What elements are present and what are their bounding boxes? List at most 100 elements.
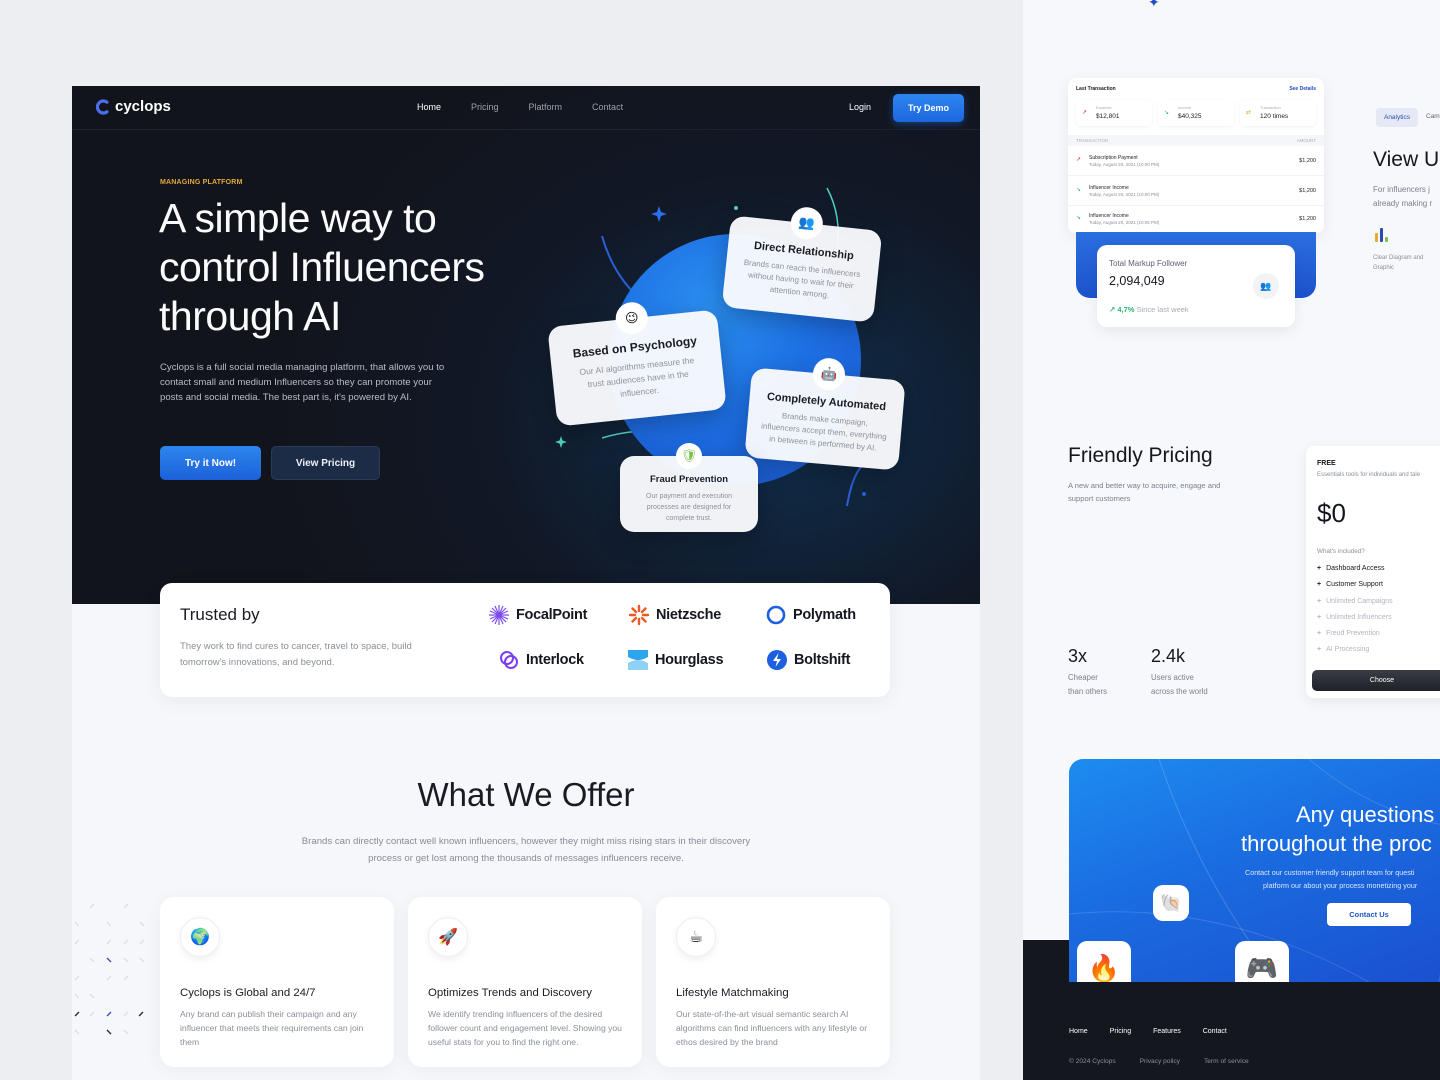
growth-value: 4,7% xyxy=(1117,305,1135,314)
nav-link-contact[interactable]: Contact xyxy=(592,102,623,112)
brand-name: Hourglass xyxy=(655,652,724,668)
transaction-amount: $1,200 xyxy=(1299,158,1316,164)
arrow-up-right-icon: ↗ xyxy=(1076,157,1082,163)
plus-icon: + xyxy=(1317,581,1322,589)
contact-cta-banner: Any questions throughout the proc Contac… xyxy=(1069,759,1440,982)
brand-name: Boltshift xyxy=(794,652,851,668)
transaction-date: Today, August 20, 2021 (10:00 PM) xyxy=(1089,192,1160,197)
arrow-down-right-icon: ↘ xyxy=(1164,110,1170,116)
stat-value: $40,325 xyxy=(1178,113,1202,120)
offer-card-title: Optimizes Trends and Discovery xyxy=(428,987,592,999)
footer-link-features[interactable]: Features xyxy=(1153,1028,1181,1035)
gamepad-icon: 🎮 xyxy=(1235,941,1289,982)
offer-card-title: Lifestyle Matchmaking xyxy=(676,987,789,999)
hero-section: cyclops Home Pricing Platform Contact Lo… xyxy=(72,86,980,604)
try-it-now-button[interactable]: Try it Now! xyxy=(160,446,261,480)
lifestyle-icon: ☕ xyxy=(676,917,716,957)
footer-link-home[interactable]: Home xyxy=(1069,1028,1088,1035)
transaction-name: Subscription Payment xyxy=(1089,155,1138,161)
feature-card-text: Brands make campaign, influencers accept… xyxy=(760,411,887,453)
view-pricing-button[interactable]: View Pricing xyxy=(271,446,380,480)
privacy-policy-link[interactable]: Privacy policy xyxy=(1140,1058,1180,1065)
feature-card-text: Our AI algorithms measure the trust audi… xyxy=(578,355,695,399)
see-details-link[interactable]: See Details xyxy=(1289,86,1316,92)
hero-title: A simple way to control Influencers thro… xyxy=(159,194,559,341)
transaction-name: Influencer Income xyxy=(1089,185,1129,191)
arrow-down-right-icon: ↘ xyxy=(1076,215,1082,221)
plus-icon: + xyxy=(1317,565,1322,572)
transaction-row[interactable]: ↘ Influencer Income Today, August 20, 20… xyxy=(1068,176,1324,206)
transaction-row[interactable]: ↗ Subscription Payment Today, August 20,… xyxy=(1068,146,1324,176)
secondary-page: ✦ Last Transaction See Details ↗ Expense… xyxy=(1023,0,1440,1080)
orbit-arc xyxy=(846,465,863,507)
stat-label: Users active across the world xyxy=(1151,671,1208,699)
robot-glyph: 🤖 xyxy=(820,365,838,382)
plus-icon: + xyxy=(1317,646,1322,654)
feature-card-text: Brands can reach the influencers without… xyxy=(743,257,861,300)
dot-pattern-decoration xyxy=(74,903,145,1035)
caption-line: Graphic xyxy=(1373,265,1395,271)
plan-name: FREE xyxy=(1317,460,1336,467)
arrow-down-right-icon: ↘ xyxy=(1076,187,1082,193)
nav-link-platform[interactable]: Platform xyxy=(529,102,563,112)
plan-feature: + Unlimited Influencers xyxy=(1317,610,1393,626)
transactions-header: Last Transaction See Details xyxy=(1076,86,1316,92)
brand-polymath: Polymath xyxy=(765,604,856,626)
cta-title-line: Any questions xyxy=(1296,802,1435,827)
arrow-up-right-icon: ↗ xyxy=(1082,110,1088,116)
hero-title-line: A simple way to xyxy=(159,195,437,241)
tab-analytics[interactable]: Analytics xyxy=(1376,108,1418,127)
tab-campaigns[interactable]: Cam xyxy=(1426,113,1440,120)
stat-value: $12,801 xyxy=(1096,113,1120,120)
focalpoint-icon xyxy=(488,604,510,626)
logo[interactable]: cyclops xyxy=(96,98,171,115)
plan-feature: + Customer Support xyxy=(1317,577,1393,593)
offer-title: What We Offer xyxy=(417,776,635,813)
feature-label: Unlimited Influencers xyxy=(1326,613,1392,621)
follower-value: 2,094,049 xyxy=(1109,274,1165,288)
cta-description-line: platform our about your process monetizi… xyxy=(1263,880,1418,890)
follower-card: Total Markup Follower 2,094,049 👥 ↗ 4,7%… xyxy=(1097,245,1295,327)
transactions-table-header: TRANSACTION AMOUNT xyxy=(1068,135,1324,146)
nav-link-pricing[interactable]: Pricing xyxy=(471,102,499,112)
shield-glyph: 🛡 xyxy=(680,448,698,463)
column-header: TRANSACTION xyxy=(1076,138,1109,143)
feature-card-title: Fraud Prevention xyxy=(649,474,729,485)
footer-nav: Home Pricing Features Contact xyxy=(1069,1028,1227,1035)
trusted-by-panel: Trusted by They work to find cures to ca… xyxy=(160,583,890,697)
contact-us-button[interactable]: Contact Us xyxy=(1327,903,1411,926)
footer-link-pricing[interactable]: Pricing xyxy=(1110,1028,1131,1035)
stat-label: Expense xyxy=(1096,105,1112,110)
globe-glyph: 🌍 xyxy=(190,929,210,946)
dot xyxy=(862,492,866,496)
stat-label-line: across the world xyxy=(1151,687,1208,696)
terms-of-service-link[interactable]: Term of service xyxy=(1204,1058,1249,1065)
try-demo-button[interactable]: Try Demo xyxy=(893,94,964,122)
transaction-amount: $1,200 xyxy=(1299,188,1316,194)
transaction-row[interactable]: ↘ Influencer Income Today, August 20, 20… xyxy=(1068,204,1324,234)
plan-price: $0 xyxy=(1317,498,1346,528)
plus-icon: + xyxy=(1317,613,1322,621)
nav-link-home[interactable]: Home xyxy=(417,102,441,112)
hero-eyebrow: MANAGING PLATFORM xyxy=(160,179,243,186)
footer-link-contact[interactable]: Contact xyxy=(1203,1028,1227,1035)
transfer-icon: ⇄ xyxy=(1246,110,1252,116)
choose-plan-button[interactable]: Choose xyxy=(1312,670,1440,691)
hero-title-line: through AI xyxy=(159,293,341,339)
brand-hourglass: Hourglass xyxy=(627,649,724,671)
transaction-stats: ↗ Expense $12,801 ↘ Income $40,325 ⇄ Tra… xyxy=(1076,100,1316,126)
nietzsche-icon xyxy=(628,604,650,626)
copyright: © 2024 Cyclops xyxy=(1069,1058,1116,1065)
offer-description: Brands can directly contact well known i… xyxy=(301,836,751,864)
pricing-description: A new and better way to acquire, engage … xyxy=(1068,481,1221,503)
brand-name: Nietzsche xyxy=(656,607,721,623)
feature-label: Dashboard Access xyxy=(1326,565,1385,572)
login-link[interactable]: Login xyxy=(849,102,871,112)
transaction-date: Today, August 20, 2021 (10:05 PM) xyxy=(1089,220,1160,225)
view-description-line: For influencers j xyxy=(1373,185,1430,194)
plus-icon: + xyxy=(1317,630,1322,638)
brand-name: Polymath xyxy=(793,607,856,623)
stat-label-line: than others xyxy=(1068,687,1108,696)
follower-label: Total Markup Follower xyxy=(1109,259,1188,268)
feature-card-direct-relationship: 👥 Direct Relationship Brands can reach t… xyxy=(721,205,883,323)
